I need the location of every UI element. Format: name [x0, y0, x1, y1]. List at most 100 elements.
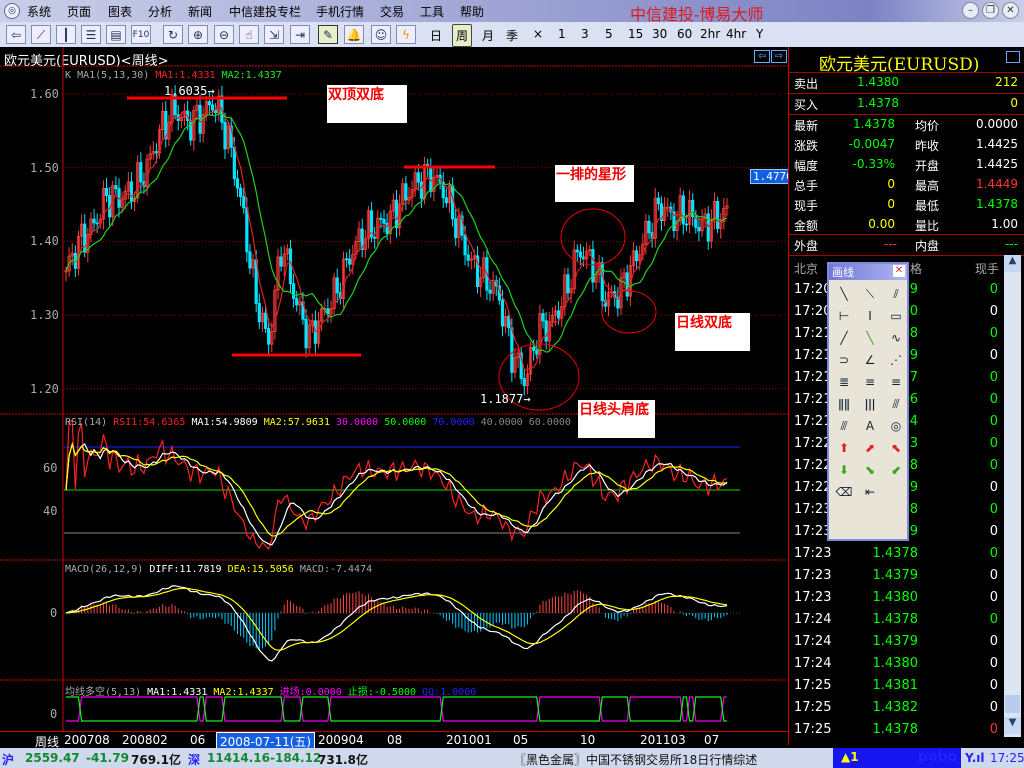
scroll-thumb[interactable]: [1005, 695, 1020, 713]
tick-volume: 0: [989, 502, 998, 517]
speed-lines-icon[interactable]: ⫻: [833, 416, 855, 436]
sh-amount: 769.1亿: [131, 753, 181, 767]
horizontal-line-icon[interactable]: ⊢: [833, 306, 855, 326]
eraser-icon[interactable]: ⌫: [833, 482, 855, 502]
segment-icon[interactable]: ⟍: [859, 284, 881, 304]
ray-down-icon[interactable]: ╲: [859, 328, 881, 348]
candle-body: [235, 178, 240, 189]
brand-logo: pobo: [918, 749, 958, 765]
tick-volume: 0: [989, 480, 998, 495]
down-right-arrow-icon[interactable]: ⬊: [859, 460, 881, 480]
tick-time: 17:23: [794, 590, 832, 605]
tick-volume: 0: [989, 656, 998, 671]
down-arrow-icon[interactable]: ⬇: [833, 460, 855, 480]
close-icon[interactable]: ✕: [1002, 2, 1019, 19]
up-arrow-icon[interactable]: ⬆: [833, 438, 855, 458]
gann-circle-icon[interactable]: ◎: [885, 416, 907, 436]
ls-tick: 0: [50, 707, 58, 721]
maximize-panel-icon[interactable]: [1006, 51, 1020, 63]
y-tick: 1.20: [30, 382, 59, 396]
inner-value: ---: [1005, 237, 1018, 251]
candle-body: [656, 197, 660, 205]
tick-header-time: 北京: [794, 262, 819, 276]
restore-icon[interactable]: ❐: [982, 2, 999, 19]
scroll-down-icon[interactable]: ▼: [1004, 717, 1021, 734]
y-tick: 1.40: [30, 234, 59, 248]
percent-lines-2-icon[interactable]: ≡: [885, 372, 907, 392]
tick-price: 1.4379: [872, 634, 919, 649]
tick-price: 9: [909, 348, 918, 363]
up-left-arrow-icon[interactable]: ⬉: [885, 438, 907, 458]
rsi-tick: 40: [43, 504, 58, 518]
rectangle-icon[interactable]: ▭: [885, 306, 907, 326]
sell-volume: 212: [995, 75, 1018, 89]
vertical-line-icon[interactable]: Ι: [859, 306, 881, 326]
sz-amount: 731.8亿: [318, 753, 368, 767]
quote-label: 昨收: [915, 139, 940, 153]
ls-qq: QQ:1.0000: [422, 687, 477, 698]
x-tick: 201103: [640, 733, 686, 747]
sell-price: 1.4380: [857, 75, 899, 89]
candle-body: [416, 172, 420, 183]
up-right-arrow-icon[interactable]: ⬈: [859, 438, 881, 458]
macd-name: MACD(26,12,9): [65, 564, 144, 575]
ray-icon[interactable]: ╱: [833, 328, 855, 348]
candle-body: [198, 104, 202, 134]
tick-volume: 0: [989, 634, 998, 649]
candle-body: [373, 236, 377, 239]
arc-icon[interactable]: ⊃: [833, 350, 855, 370]
candle-body: [557, 310, 561, 319]
candle-body: [466, 254, 470, 261]
candle-body: [404, 183, 408, 201]
delete-lines-icon[interactable]: ⇤: [859, 482, 881, 502]
parallel-lines-icon[interactable]: ⫽: [885, 284, 907, 304]
rsi-info: RSI(14) RSI1:54.6365 MA1:54.9809 MA2:57.…: [65, 417, 571, 428]
annotation-double-top-bottom[interactable]: 双顶双底: [327, 85, 407, 123]
annotation-head-shoulders-bottom[interactable]: 日线头肩底: [578, 400, 655, 438]
scroll-up-icon[interactable]: ▲: [1004, 255, 1021, 272]
macd-diff-line: [65, 585, 728, 662]
angle-icon[interactable]: ∠: [859, 350, 881, 370]
candle-body: [154, 151, 159, 154]
candle-body: [575, 249, 579, 253]
minimize-icon[interactable]: –: [962, 2, 979, 19]
annotation-daily-double-bottom[interactable]: 日线双底: [675, 313, 750, 351]
ls-info: 均线多空(5,13) MA1:1.4331 MA2:1.4337 进场:0.00…: [65, 683, 476, 698]
fan-icon[interactable]: ⋰: [885, 350, 907, 370]
tick-time: 17:21: [794, 348, 832, 363]
x-tick: 08: [387, 733, 403, 747]
tick-price: 4: [909, 414, 918, 429]
drawing-toolbox[interactable]: 画线 ✕ ╲ ⟍ ⫽ ⊢ Ι ▭ ╱ ╲ ∿ ⊃ ∠ ⋰ ≣ ≡ ≡ ǁǁ ǀǀǀ ⫻ ⫻ A ◎ ⬆ ⬈ ⬉ ⬇ ⬊ ⬋ ⌫ ⇤: [827, 262, 909, 541]
tick-price: 0: [909, 304, 918, 319]
channel-icon[interactable]: ⫻: [885, 394, 907, 414]
gann-grid-icon[interactable]: ≣: [833, 372, 855, 392]
tick-scrollbar[interactable]: ▲ ▼: [1004, 255, 1021, 737]
tick-time: 17:25: [794, 722, 832, 737]
annotation-star-row[interactable]: 一排的星形: [555, 165, 634, 202]
candle-body: [279, 256, 283, 267]
tick-time: 17:21: [794, 392, 832, 407]
sine-icon[interactable]: ∿: [885, 328, 907, 348]
tick-volume: 0: [989, 370, 998, 385]
candle-body: [463, 234, 467, 256]
toolbox-header[interactable]: 画线 ✕: [829, 264, 907, 280]
candle-body: [444, 197, 448, 204]
candle-body: [295, 298, 299, 306]
cycle-lines-icon[interactable]: ǁǁ: [833, 394, 855, 414]
quote-label: 现手: [794, 199, 819, 213]
tick-volume: 0: [989, 282, 998, 297]
quote-label: 最高: [915, 179, 940, 193]
toolbox-close-icon[interactable]: ✕: [893, 265, 905, 277]
percent-lines-icon[interactable]: ≡: [859, 372, 881, 392]
status-bar: 沪 2559.47 -41.79 769.1亿 深 11414.16 -184.…: [0, 748, 1024, 768]
down-left-arrow-icon[interactable]: ⬋: [885, 460, 907, 480]
tick-volume: 0: [989, 414, 998, 429]
candle-body: [382, 218, 386, 224]
tick-price: 3: [909, 436, 918, 451]
candle-body: [566, 274, 570, 294]
fibonacci-time-icon[interactable]: ǀǀǀ: [859, 394, 881, 414]
line-icon[interactable]: ╲: [833, 284, 855, 304]
news-ticker[interactable]: 〖黑色金属〗中国不锈钢交易所18日行情综述: [514, 751, 757, 768]
tick-volume: 0: [989, 568, 998, 583]
text-icon[interactable]: A: [859, 416, 881, 436]
